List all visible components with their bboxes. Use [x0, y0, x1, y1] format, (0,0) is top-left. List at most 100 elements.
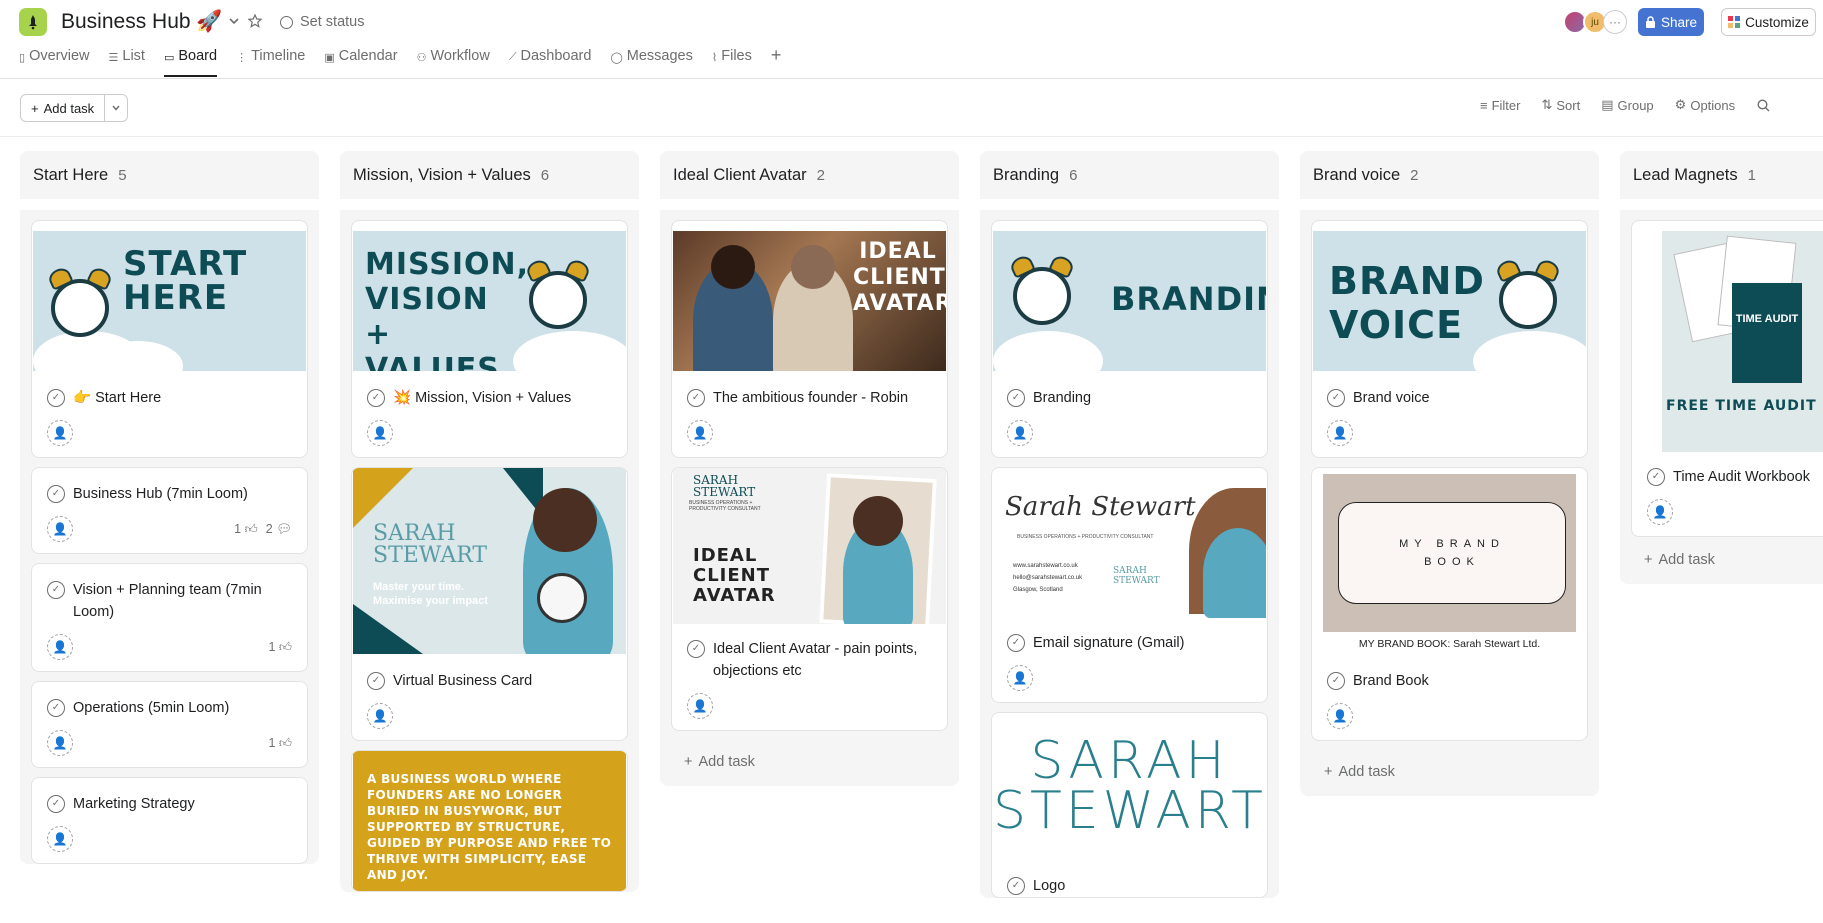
tab-dashboard[interactable]: ⟋ Dashboard: [509, 45, 592, 77]
task-card[interactable]: MISSION, VISION + VALUES ✓ 💥 Mission, Vi…: [351, 220, 628, 458]
assignee-icon[interactable]: 👤: [47, 420, 73, 446]
complete-check-icon[interactable]: ✓: [1007, 877, 1025, 895]
complete-check-icon[interactable]: ✓: [47, 485, 65, 503]
task-card[interactable]: SARAH STEWART BUSINESS OPERATIONS + PROD…: [671, 467, 948, 731]
complete-check-icon[interactable]: ✓: [687, 640, 705, 658]
column-header[interactable]: Branding 6: [980, 151, 1279, 199]
task-card[interactable]: ✓ Vision + Planning team (7min Loom) 👤 1…: [31, 563, 308, 672]
task-title[interactable]: Operations (5min Loom): [73, 697, 229, 719]
options-button[interactable]: ⚙ Options: [1675, 97, 1735, 113]
assignee-icon[interactable]: 👤: [47, 516, 73, 542]
tab-board[interactable]: ▭ Board: [163, 45, 218, 77]
complete-check-icon[interactable]: ✓: [47, 699, 65, 717]
column-header[interactable]: Lead Magnets 1: [1620, 151, 1823, 199]
assignee-icon[interactable]: 👤: [367, 703, 393, 729]
task-card[interactable]: TIME AUDIT FREE TIME AUDIT WOR ✓ Time Au…: [1631, 220, 1823, 537]
column-body: BRAND VOICE ✓ Brand voice 👤 MY BRAND BOO…: [1300, 210, 1599, 796]
complete-check-icon[interactable]: ✓: [1327, 389, 1345, 407]
customize-button[interactable]: Customize: [1721, 8, 1816, 36]
add-tab-icon[interactable]: +: [771, 45, 782, 66]
add-task-button[interactable]: + Add task: [1311, 750, 1588, 796]
add-task-button[interactable]: + Add task: [671, 740, 948, 786]
add-task-button[interactable]: + Add task: [1631, 546, 1823, 584]
likes-count[interactable]: 1 👍︎: [234, 522, 258, 537]
tab-files[interactable]: ⌇ Files: [712, 45, 752, 77]
tab-calendar[interactable]: ▣ Calendar: [324, 45, 397, 77]
tab-messages[interactable]: ◯ Messages: [610, 45, 692, 77]
assignee-icon[interactable]: 👤: [47, 634, 73, 660]
add-task-button[interactable]: + Add task: [21, 95, 106, 121]
tab-timeline[interactable]: ⋮ Timeline: [236, 45, 305, 77]
complete-check-icon[interactable]: ✓: [1647, 468, 1665, 486]
assignee-icon[interactable]: 👤: [687, 420, 713, 446]
assignee-icon[interactable]: 👤: [1007, 420, 1033, 446]
sort-button[interactable]: ⇅ Sort: [1541, 97, 1580, 113]
complete-check-icon[interactable]: ✓: [367, 672, 385, 690]
task-card[interactable]: ✓ Operations (5min Loom) 👤 1 👍︎: [31, 681, 308, 768]
tab-overview[interactable]: ▯ Overview: [19, 45, 90, 77]
task-title[interactable]: Ideal Client Avatar - pain points, objec…: [713, 638, 933, 682]
member-avatars[interactable]: ju ···: [1563, 10, 1627, 34]
task-card[interactable]: IDEAL CLIENT AVATAR ✓ The ambitious foun…: [671, 220, 948, 458]
task-card[interactable]: Sarah Stewart BUSINESS OPERATIONS + PROD…: [991, 467, 1268, 703]
complete-check-icon[interactable]: ✓: [687, 389, 705, 407]
complete-check-icon[interactable]: ✓: [47, 581, 65, 599]
project-title[interactable]: Business Hub 🚀: [61, 10, 223, 34]
task-title[interactable]: 👉 Start Here: [73, 387, 161, 409]
share-button[interactable]: Share: [1638, 8, 1704, 36]
column-header[interactable]: Brand voice 2: [1300, 151, 1599, 199]
task-title[interactable]: Vision + Planning team (7min Loom): [73, 579, 293, 623]
task-card[interactable]: BRANDING ✓ Branding 👤: [991, 220, 1268, 458]
assignee-icon[interactable]: 👤: [47, 730, 73, 756]
task-card[interactable]: BRAND VOICE ✓ Brand voice 👤: [1311, 220, 1588, 458]
filter-button[interactable]: ≡ Filter: [1480, 97, 1520, 113]
task-card[interactable]: A BUSINESS WORLD WHERE FOUNDERS ARE NO L…: [351, 750, 628, 892]
comments-count[interactable]: 2 💬︎: [266, 522, 292, 537]
tab-list[interactable]: ☰ List: [109, 45, 145, 77]
task-title[interactable]: Business Hub (7min Loom): [73, 483, 248, 505]
task-title[interactable]: Branding: [1033, 387, 1091, 409]
project-icon[interactable]: [19, 8, 47, 36]
task-card[interactable]: SARAH STEWART Master your time. Maximise…: [351, 467, 628, 741]
task-card[interactable]: MY BRAND BOOK MY BRAND BOOK: Sarah Stewa…: [1311, 467, 1588, 741]
star-icon[interactable]: [247, 13, 263, 29]
assignee-icon[interactable]: 👤: [1327, 420, 1353, 446]
chevron-down-icon[interactable]: [226, 13, 242, 29]
column-header[interactable]: Start Here 5: [20, 151, 319, 199]
task-card[interactable]: ✓ Business Hub (7min Loom) 👤 1 👍︎ 2 💬︎: [31, 467, 308, 554]
assignee-icon[interactable]: 👤: [1647, 499, 1673, 525]
task-title[interactable]: Email signature (Gmail): [1033, 632, 1185, 654]
task-card[interactable]: SARAH STEWART ✓ Logo: [991, 712, 1268, 898]
likes-count[interactable]: 1 👍︎: [268, 736, 292, 751]
complete-check-icon[interactable]: ✓: [47, 389, 65, 407]
task-title[interactable]: Logo: [1033, 875, 1065, 897]
tab-workflow[interactable]: ⚇ Workflow: [417, 45, 490, 77]
task-title[interactable]: Marketing Strategy: [73, 793, 195, 815]
complete-check-icon[interactable]: ✓: [1007, 634, 1025, 652]
set-status-button[interactable]: Set status: [280, 11, 364, 33]
task-title[interactable]: 💥 Mission, Vision + Values: [393, 387, 571, 409]
task-title[interactable]: The ambitious founder - Robin: [713, 387, 908, 409]
assignee-icon[interactable]: 👤: [1327, 703, 1353, 729]
group-button[interactable]: ▤ Group: [1601, 97, 1653, 113]
task-card[interactable]: START HERE ✓ 👉 Start Here 👤: [31, 220, 308, 458]
column-header[interactable]: Mission, Vision + Values 6: [340, 151, 639, 199]
assignee-icon[interactable]: 👤: [367, 420, 393, 446]
complete-check-icon[interactable]: ✓: [1007, 389, 1025, 407]
assignee-icon[interactable]: 👤: [687, 693, 713, 719]
assignee-icon[interactable]: 👤: [1007, 665, 1033, 691]
add-task-dropdown[interactable]: [105, 95, 127, 121]
more-members-icon[interactable]: ···: [1603, 10, 1627, 34]
task-title[interactable]: Brand voice: [1353, 387, 1430, 409]
task-title[interactable]: Virtual Business Card: [393, 670, 532, 692]
complete-check-icon[interactable]: ✓: [47, 795, 65, 813]
search-icon[interactable]: [1757, 97, 1770, 113]
assignee-icon[interactable]: 👤: [47, 826, 73, 852]
complete-check-icon[interactable]: ✓: [1327, 672, 1345, 690]
column-header[interactable]: Ideal Client Avatar 2: [660, 151, 959, 199]
likes-count[interactable]: 1 👍︎: [268, 640, 292, 655]
complete-check-icon[interactable]: ✓: [367, 389, 385, 407]
task-title[interactable]: Time Audit Workbook: [1673, 466, 1810, 488]
task-title[interactable]: Brand Book: [1353, 670, 1429, 692]
task-card[interactable]: ✓ Marketing Strategy 👤: [31, 777, 308, 864]
